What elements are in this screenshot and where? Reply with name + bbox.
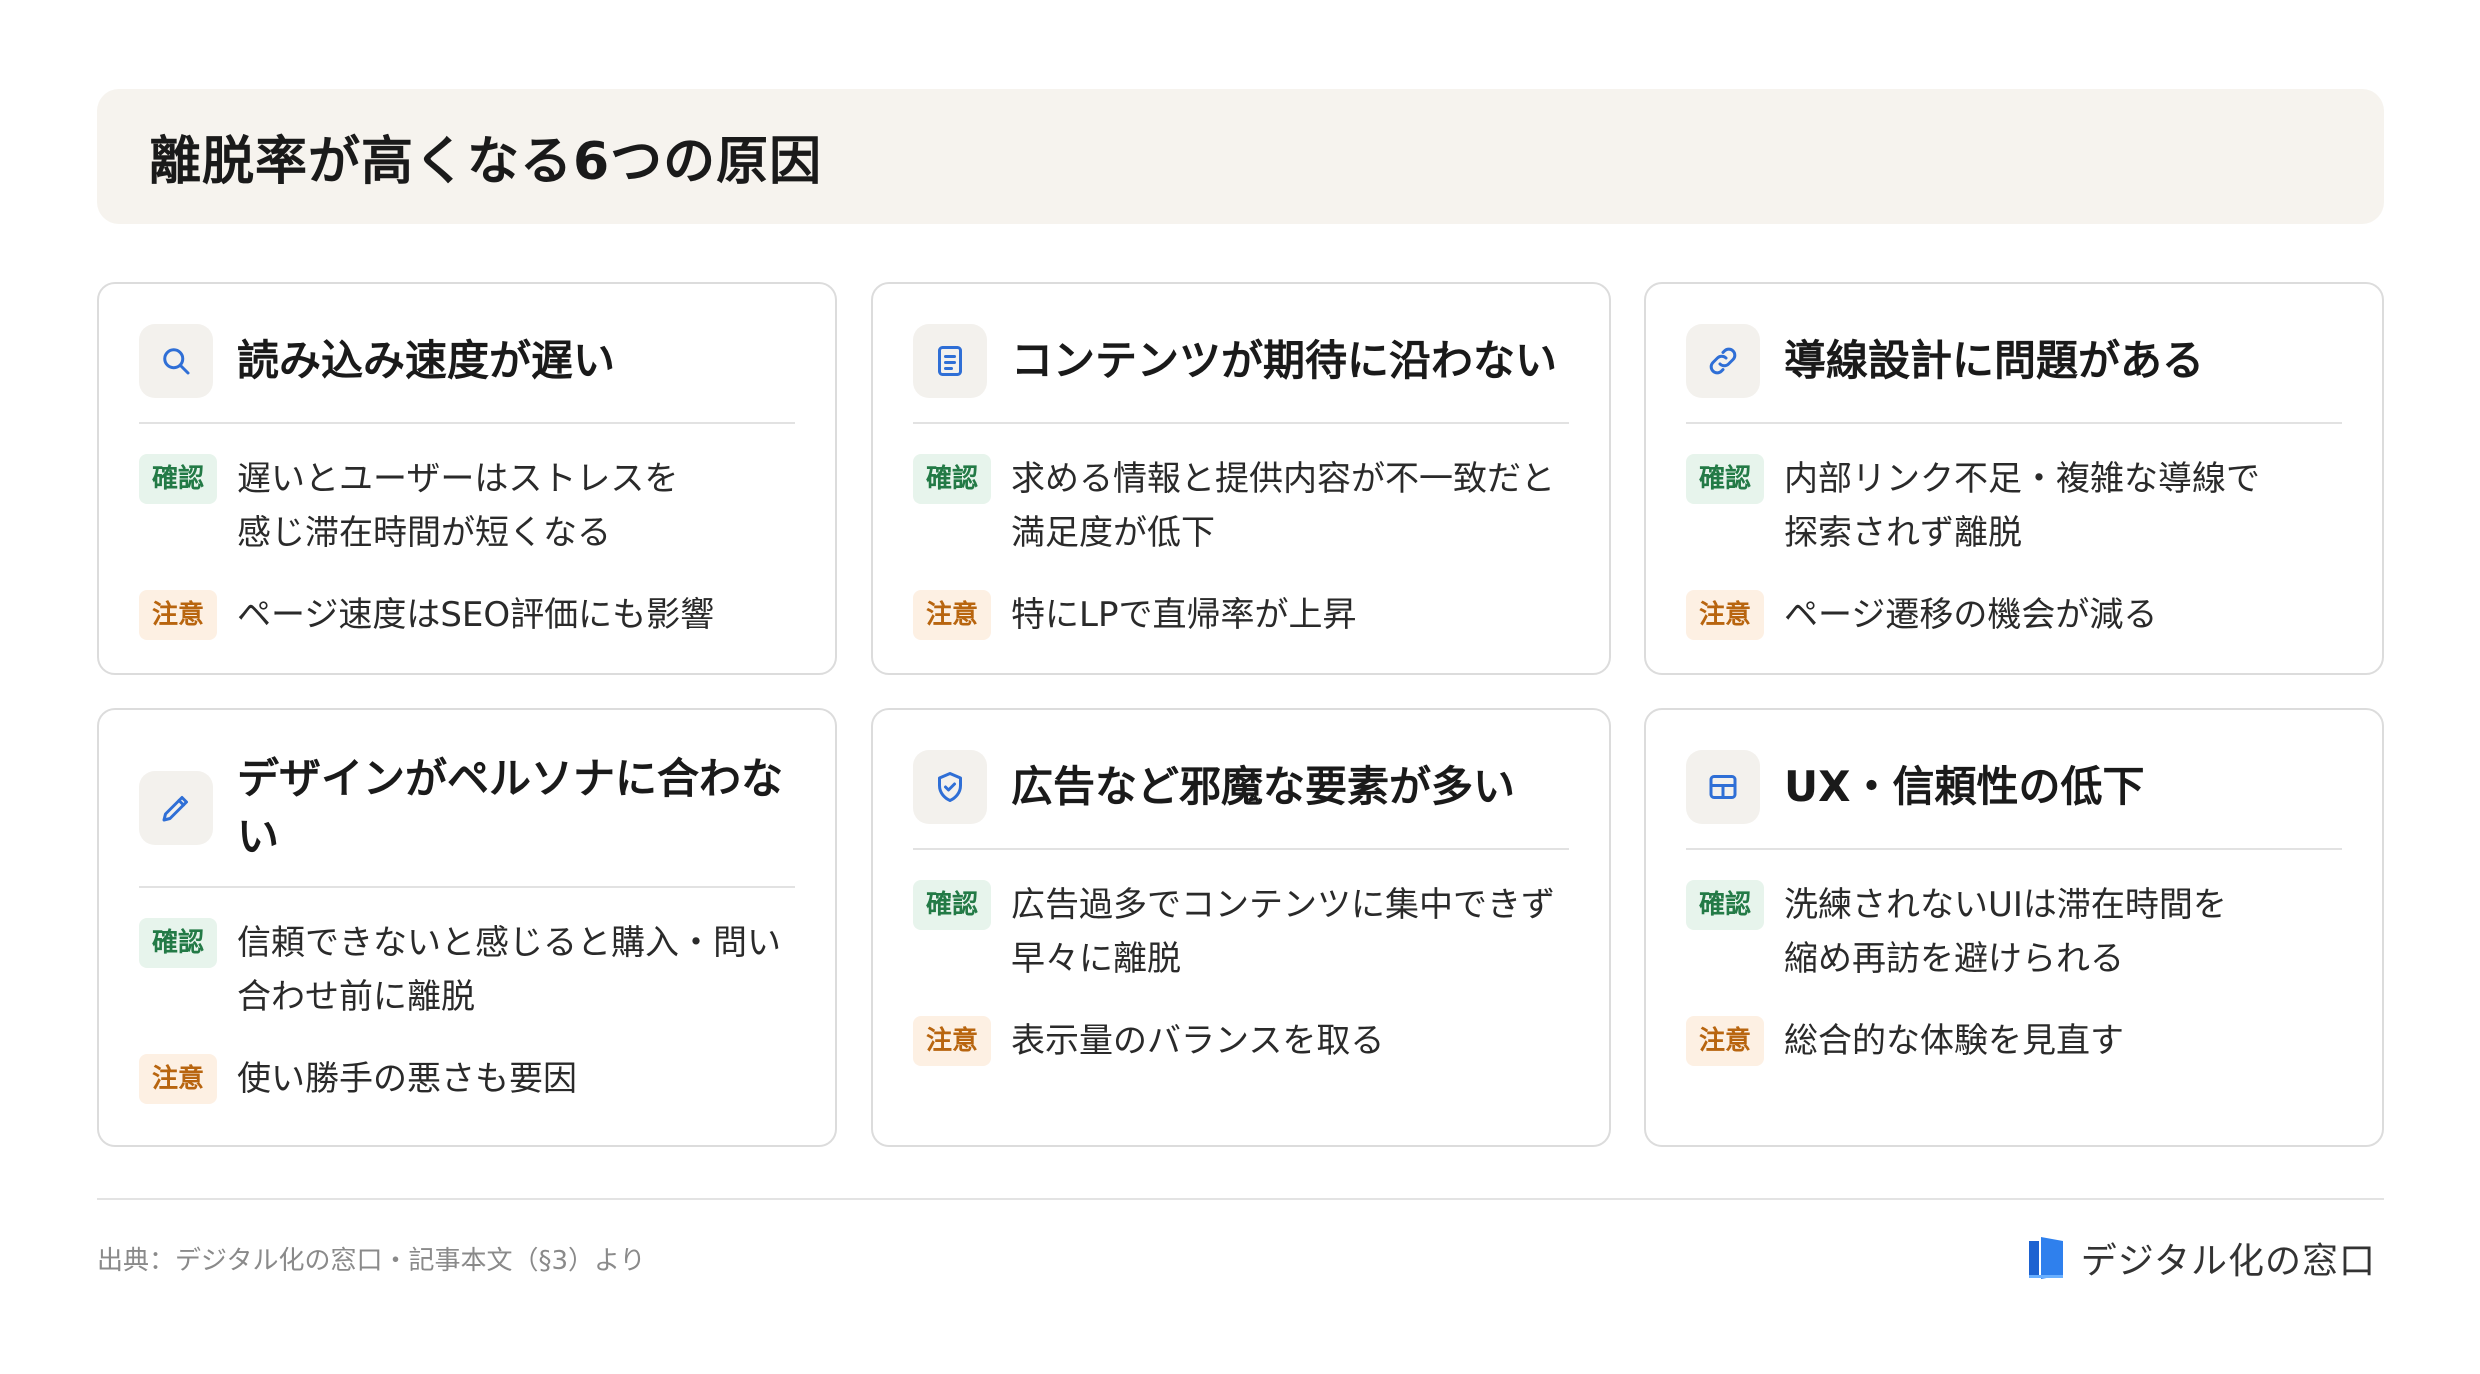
card-ux-trust: UX・信頼性の低下 確認 洗練されないUIは滞在時間を 縮め再訪を避けられる 注意…	[1644, 708, 2384, 1147]
divider	[139, 886, 795, 888]
divider	[913, 422, 1569, 424]
card-slow-loading: 読み込み速度が遅い 確認 遅いとユーザーはストレスを 感じ滞在時間が短くなる 注意…	[97, 282, 837, 675]
check-text: 広告過多でコンテンツに集中できず 早々に離脱	[1011, 885, 1556, 979]
note-badge: 注意	[1686, 1016, 1765, 1066]
note-text: 総合的な体験を見直す	[1784, 1021, 2125, 1061]
note-text: 特にLPで直帰率が上昇	[1011, 595, 1357, 635]
check-row: 確認 遅いとユーザーはストレスを 感じ滞在時間が短くなる	[139, 452, 795, 560]
card-title: デザインがペルソナに合わない	[237, 754, 784, 861]
logo-text: デジタル化の窓口	[2080, 1241, 2376, 1282]
divider	[913, 848, 1569, 850]
header-banner: 離脱率が高くなる6つの原因	[97, 89, 2384, 224]
check-text: 求める情報と提供内容が不一致だと 満足度が低下	[1011, 459, 1556, 553]
note-badge: 注意	[139, 590, 218, 640]
note-badge: 注意	[913, 590, 992, 640]
document-icon	[913, 324, 987, 398]
divider	[1686, 422, 2342, 424]
divider	[1686, 848, 2342, 850]
search-icon	[139, 324, 213, 398]
card-title: 導線設計に問題がある	[1784, 336, 2205, 385]
check-text: 内部リンク不足・複雑な導線で 探索されず離脱	[1784, 459, 2261, 553]
note-row: 注意 総合的な体験を見直す	[1686, 1014, 2342, 1068]
card-title: UX・信頼性の低下	[1784, 762, 2145, 811]
check-row: 確認 信頼できないと感じると購入・問い 合わせ前に離脱	[139, 916, 795, 1024]
card-intrusive-ads: 広告など邪魔な要素が多い 確認 広告過多でコンテンツに集中できず 早々に離脱 注意…	[871, 708, 1611, 1147]
card-title: コンテンツが期待に沿わない	[1011, 336, 1558, 385]
check-text: 遅いとユーザーはストレスを 感じ滞在時間が短くなる	[237, 459, 679, 553]
note-row: 注意 使い勝手の悪さも要因	[139, 1052, 795, 1106]
footer-divider	[97, 1198, 2384, 1200]
check-badge: 確認	[913, 880, 992, 930]
note-text: 使い勝手の悪さも要因	[237, 1059, 578, 1099]
page-title: 離脱率が高くなる6つの原因	[149, 132, 823, 192]
card-navigation-design: 導線設計に問題がある 確認 内部リンク不足・複雑な導線で 探索されず離脱 注意 ペ…	[1644, 282, 2384, 675]
check-row: 確認 求める情報と提供内容が不一致だと 満足度が低下	[913, 452, 1569, 560]
card-title: 読み込み速度が遅い	[237, 336, 616, 385]
layout-icon	[1686, 750, 1760, 824]
note-badge: 注意	[913, 1016, 992, 1066]
check-row: 確認 広告過多でコンテンツに集中できず 早々に離脱	[913, 878, 1569, 986]
note-row: 注意 ページ遷移の機会が減る	[1686, 588, 2342, 642]
check-text: 信頼できないと感じると購入・問い 合わせ前に離脱	[237, 923, 782, 1017]
check-badge: 確認	[913, 454, 992, 504]
shield-check-icon	[913, 750, 987, 824]
note-row: 注意 表示量のバランスを取る	[913, 1014, 1569, 1068]
check-row: 確認 内部リンク不足・複雑な導線で 探索されず離脱	[1686, 452, 2342, 560]
note-badge: 注意	[1686, 590, 1765, 640]
divider	[139, 422, 795, 424]
check-badge: 確認	[1686, 454, 1765, 504]
note-text: ページ速度はSEO評価にも影響	[237, 595, 715, 635]
note-row: 注意 特にLPで直帰率が上昇	[913, 588, 1569, 642]
pencil-icon	[139, 771, 213, 845]
note-text: ページ遷移の機会が減る	[1784, 595, 2158, 635]
source-citation: 出典：デジタル化の窓口・記事本文（§3）より	[97, 1246, 646, 1276]
check-text: 洗練されないUIは滞在時間を 縮め再訪を避けられる	[1784, 885, 2227, 979]
card-title: 広告など邪魔な要素が多い	[1011, 762, 1516, 811]
check-badge: 確認	[139, 454, 218, 504]
note-badge: 注意	[139, 1054, 218, 1104]
card-content-mismatch: コンテンツが期待に沿わない 確認 求める情報と提供内容が不一致だと 満足度が低下 …	[871, 282, 1611, 675]
window-logo-icon	[2028, 1237, 2063, 1279]
check-badge: 確認	[139, 918, 218, 968]
card-design-mismatch: デザインがペルソナに合わない 確認 信頼できないと感じると購入・問い 合わせ前に離…	[97, 708, 837, 1147]
link-icon	[1686, 324, 1760, 398]
note-row: 注意 ページ速度はSEO評価にも影響	[139, 588, 795, 642]
check-row: 確認 洗練されないUIは滞在時間を 縮め再訪を避けられる	[1686, 878, 2342, 986]
check-badge: 確認	[1686, 880, 1765, 930]
brand-logo: デジタル化の窓口	[2027, 1232, 2376, 1284]
note-text: 表示量のバランスを取る	[1011, 1021, 1385, 1061]
